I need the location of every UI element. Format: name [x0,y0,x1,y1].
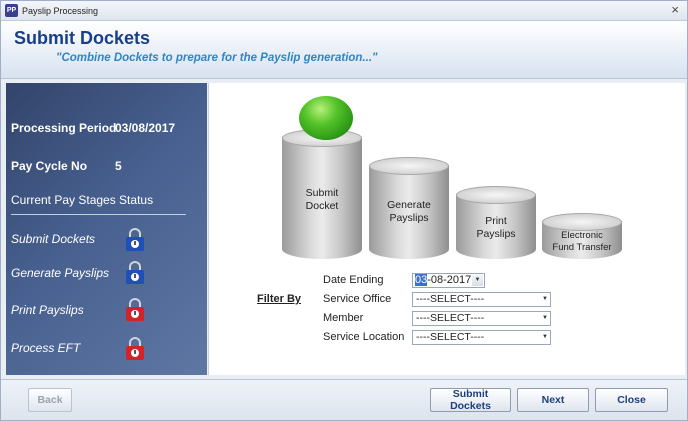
pay-cycle-value: 5 [115,159,122,173]
date-ending-rest: -08-2017 [427,274,472,286]
service-office-value: ----SELECT---- [416,293,485,305]
stage-print-payslips: Print Payslips [11,303,84,317]
pay-cycle-row: Pay Cycle No 5 [11,159,122,173]
lock-icon [126,298,144,322]
service-location-value: ----SELECT---- [416,331,485,343]
green-ball-icon [299,96,353,140]
close-icon[interactable]: × [671,3,679,17]
lock-icon [126,228,144,252]
processing-period-label: Processing Period [11,121,117,135]
chevron-down-icon: ▼ [542,334,548,340]
lock-icon [126,337,144,361]
step-generate-payslips: Generate Payslips [369,157,449,259]
stage-process-eft: Process EFT [11,341,81,355]
pay-status-panel: Processing Period 03/08/2017 Pay Cycle N… [6,83,207,375]
back-button[interactable]: Back [28,388,72,412]
step-electronic-fund-transfer: Electronic Fund Transfer [542,213,622,259]
stages-divider [11,214,186,215]
window-title: Payslip Processing [22,5,99,16]
processing-period-row: Processing Period 03/08/2017 [11,121,175,135]
date-ending-picker[interactable]: 03-08-2017 ▼ [412,273,485,288]
page-subtitle: "Combine Dockets to prepare for the Pays… [56,52,378,64]
step-label-line1: Generate [387,199,431,211]
step-label-line2: Payslips [389,212,429,224]
title-bar: PP Payslip Processing × [1,1,687,21]
stages-heading: Current Pay Stages Status [11,193,154,207]
member-value: ----SELECT---- [416,312,485,324]
chevron-down-icon: ▼ [542,315,548,321]
page-header: Submit Dockets "Combine Dockets to prepa… [1,21,687,79]
service-location-select[interactable]: ----SELECT---- ▼ [412,330,551,345]
footer-bar: Back Submit Dockets Next Close [1,379,687,420]
service-office-label: Service Office [323,293,392,305]
filter-by-label: Filter By [257,293,302,305]
app-icon: PP [5,4,18,17]
date-ending-day: 03 [415,274,428,286]
step-label-line1: Submit [305,187,339,199]
stage-submit-dockets: Submit Dockets [11,232,96,246]
step-label-line2: Payslips [476,228,516,240]
step-submit-docket: Submit Docket [282,129,362,259]
step-label-line2: Fund Transfer [552,242,612,253]
service-office-select[interactable]: ----SELECT---- ▼ [412,292,551,307]
step-label-line1: Print [485,215,507,227]
service-location-label: Service Location [323,331,405,343]
lock-icon [126,261,144,285]
close-button[interactable]: Close [595,388,668,412]
member-label: Member [323,312,364,324]
step-label-line2: Docket [305,200,339,212]
submit-dockets-button[interactable]: Submit Dockets [430,388,511,412]
payslip-processing-window: PP Payslip Processing × Submit Dockets "… [0,0,688,421]
member-select[interactable]: ----SELECT---- ▼ [412,311,551,326]
chevron-down-icon[interactable]: ▼ [472,275,483,286]
chevron-down-icon: ▼ [542,296,548,302]
pay-cycle-label: Pay Cycle No [11,159,88,173]
page-title: Submit Dockets [14,28,151,48]
step-print-payslips: Print Payslips [456,186,536,259]
processing-period-value: 03/08/2017 [115,121,176,135]
next-button[interactable]: Next [517,388,589,412]
stage-generate-payslips: Generate Payslips [11,266,110,280]
date-ending-label: Date Ending [323,274,384,286]
